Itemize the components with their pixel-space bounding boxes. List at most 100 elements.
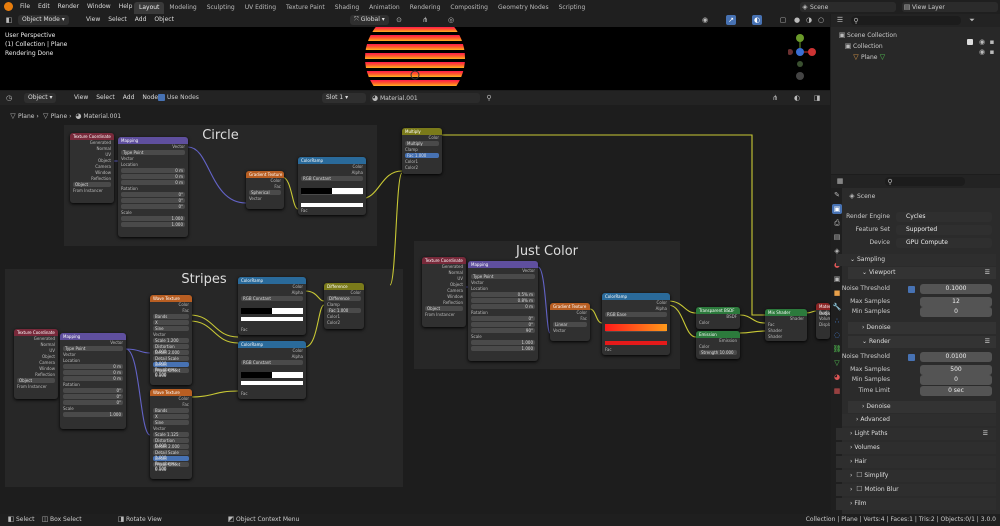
stop-color-swatch[interactable] bbox=[605, 341, 667, 345]
panel-light-paths[interactable]: › Light Paths ☰ bbox=[836, 428, 996, 440]
menu-window[interactable]: Window bbox=[83, 1, 115, 13]
snap-icon[interactable]: ⋔ bbox=[420, 15, 430, 25]
tab-sculpting[interactable]: Sculpting bbox=[202, 2, 240, 14]
noise-threshold-field[interactable]: 0.1000 bbox=[920, 284, 992, 294]
camera-icon[interactable]: ▪ bbox=[987, 37, 997, 47]
vp-menu-object[interactable]: Object bbox=[150, 14, 178, 26]
menu-render[interactable]: Render bbox=[54, 1, 83, 13]
node-mapping[interactable]: Mapping Vector Type Point Vector Locatio… bbox=[60, 333, 126, 429]
loc-z-field[interactable]: 0 m bbox=[63, 376, 123, 381]
scale-field[interactable]: Scale 1.125 bbox=[153, 432, 189, 437]
loc-z-field[interactable]: 0 m bbox=[121, 180, 185, 185]
tab-uv-editing[interactable]: UV Editing bbox=[240, 2, 281, 14]
navigation-gizmo[interactable] bbox=[788, 32, 822, 86]
node-gradient-texture[interactable]: Gradient Texture Color Fac Linear Vector bbox=[550, 303, 590, 341]
node-transparent-bsdf[interactable]: Transparent BSDF BSDF Color bbox=[696, 307, 740, 329]
presets-icon[interactable]: ☰ bbox=[985, 267, 990, 279]
ramp-mode-field[interactable]: RGB Constant bbox=[301, 176, 363, 181]
panel-viewport[interactable]: ⌄ Viewport ☰ bbox=[848, 267, 996, 279]
object-field[interactable]: Object bbox=[17, 378, 55, 383]
loc-x-field[interactable]: 0.5% m bbox=[471, 292, 535, 297]
noise-threshold-field[interactable]: 0.0100 bbox=[920, 352, 992, 362]
rot-z-field[interactable]: 0° bbox=[121, 204, 185, 209]
panel-render[interactable]: ⌄ Render ☰ bbox=[848, 336, 996, 348]
loc-y-field[interactable]: 0 m bbox=[63, 370, 123, 375]
blender-logo-icon[interactable] bbox=[4, 2, 13, 11]
stop-color-swatch[interactable] bbox=[301, 203, 363, 207]
node-texture-coordinate[interactable]: Texture Coordinate Generated Normal UV O… bbox=[70, 133, 114, 203]
vp-menu-add[interactable]: Add bbox=[131, 14, 151, 26]
fac-field[interactable]: Fac 1.000 bbox=[327, 308, 361, 313]
view-layer-selector[interactable]: ▤ View Layer bbox=[902, 2, 998, 12]
menu-edit[interactable]: Edit bbox=[34, 1, 54, 13]
orientation-dropdown[interactable]: ⤧ Global ▾ bbox=[350, 15, 389, 25]
object-field[interactable]: Object bbox=[73, 182, 111, 187]
panel-advanced[interactable]: › Advanced bbox=[842, 414, 996, 426]
object-field[interactable]: Object bbox=[425, 306, 463, 311]
noise-threshold-checkbox[interactable] bbox=[908, 286, 915, 293]
from-instancer-checkbox[interactable]: From Instancer bbox=[70, 188, 114, 194]
from-instancer-checkbox[interactable]: From Instancer bbox=[14, 384, 58, 390]
panel-hair[interactable]: › Hair bbox=[836, 456, 996, 468]
wave-profile-dropdown[interactable]: Sine bbox=[153, 326, 189, 331]
outliner-item-collection[interactable]: ▣ Collection bbox=[837, 41, 897, 52]
rot-y-field[interactable]: 0° bbox=[471, 322, 535, 327]
detail-scale-field[interactable]: Detail Scale 1.000 bbox=[153, 356, 189, 366]
node-emission[interactable]: Emission Emission Color Strength 10.000 bbox=[696, 331, 740, 359]
wave-type-dropdown[interactable]: Bands bbox=[153, 314, 189, 319]
wave-type-dropdown[interactable]: Bands bbox=[153, 408, 189, 413]
device-dropdown[interactable]: GPU Compute bbox=[896, 238, 992, 248]
viewport-3d[interactable]: ◧ Object Mode ▾ View Select Add Object ⤧ Gl… bbox=[0, 14, 830, 90]
scale-y-field[interactable]: 1.000 bbox=[121, 222, 185, 227]
tab-modeling[interactable]: Modeling bbox=[164, 2, 201, 14]
node-texture-coordinate[interactable]: Texture Coordinate Generated Normal UV O… bbox=[422, 257, 466, 327]
blend-mode-dropdown[interactable]: Multiply bbox=[405, 141, 439, 146]
stop-color-swatch[interactable] bbox=[241, 317, 303, 321]
checkbox-icon[interactable] bbox=[967, 39, 973, 45]
ramp-mode-field[interactable]: RGB Ease bbox=[605, 312, 667, 317]
node-editor[interactable]: ◷ Object ▾ View Select Add Node Use Nodes S… bbox=[0, 91, 830, 514]
node-color-ramp[interactable]: ColorRamp Color Alpha RGB Ease 0 Pos 0.0… bbox=[602, 293, 670, 355]
ramp-mode-field[interactable]: RGB Constant bbox=[241, 360, 303, 365]
time-limit-field[interactable]: 0 sec bbox=[920, 386, 992, 396]
tab-texture-paint[interactable]: Texture Paint bbox=[281, 2, 330, 14]
filter-icon[interactable]: ⏷ bbox=[967, 15, 977, 25]
scene-selector[interactable]: ◈ Scene bbox=[800, 2, 896, 12]
presets-icon[interactable]: ☰ bbox=[983, 428, 988, 440]
node-wave-texture[interactable]: Wave Texture Color Fac Bands X Sine Vect… bbox=[150, 295, 192, 385]
camera-icon[interactable]: ▪ bbox=[987, 47, 997, 57]
gradient-type-dropdown[interactable]: Spherical bbox=[249, 190, 281, 195]
tab-layout[interactable]: Layout bbox=[134, 2, 165, 14]
scale-x-field[interactable]: 1.000 bbox=[121, 216, 185, 221]
presets-icon[interactable]: ☰ bbox=[985, 336, 990, 348]
node-difference[interactable]: Difference Color Difference Clamp Fac 1.… bbox=[324, 283, 364, 329]
rot-z-field[interactable]: 0° bbox=[63, 400, 123, 405]
vp-menu-select[interactable]: Select bbox=[104, 14, 131, 26]
loc-x-field[interactable]: 0 m bbox=[121, 168, 185, 173]
distortion-field[interactable]: Distortion 0.000 bbox=[153, 438, 189, 448]
min-samples-field[interactable]: 0 bbox=[920, 375, 992, 385]
detail-scale-field[interactable]: Detail Scale 1.000 bbox=[153, 450, 189, 460]
tab-scripting[interactable]: Scripting bbox=[554, 2, 591, 14]
mapping-type-field[interactable]: Type Point bbox=[471, 274, 535, 279]
scale-x-field[interactable]: 1.000 bbox=[63, 412, 123, 417]
gizmo-icon[interactable]: ↗ bbox=[726, 15, 736, 25]
loc-x-field[interactable]: 0 m bbox=[63, 364, 123, 369]
scale-x-field[interactable]: 1.000 bbox=[471, 340, 535, 345]
tab-compositing[interactable]: Compositing bbox=[445, 2, 493, 14]
editor-type-icon[interactable]: ◧ bbox=[4, 15, 14, 25]
eye-icon[interactable]: ◉ bbox=[977, 37, 987, 47]
stop-color-swatch[interactable] bbox=[241, 381, 303, 385]
tab-rendering[interactable]: Rendering bbox=[405, 2, 446, 14]
rot-x-field[interactable]: 0° bbox=[121, 192, 185, 197]
loc-y-field[interactable]: 0 m bbox=[121, 174, 185, 179]
color-ramp-bar[interactable] bbox=[241, 372, 303, 378]
checkbox-icon[interactable]: ☐ bbox=[854, 470, 864, 480]
pivot-icon[interactable]: ⊙ bbox=[394, 15, 404, 25]
shading-material-icon[interactable]: ◑ bbox=[804, 15, 814, 25]
node-color-ramp[interactable]: ColorRamp Color Alpha RGB Constant 0 Pos… bbox=[298, 157, 366, 215]
feature-set-dropdown[interactable]: Supported bbox=[896, 225, 992, 235]
color-ramp-bar[interactable] bbox=[605, 324, 667, 331]
fac-field[interactable]: Fac 1.000 bbox=[405, 153, 439, 158]
shading-solid-icon[interactable]: ● bbox=[792, 15, 802, 25]
